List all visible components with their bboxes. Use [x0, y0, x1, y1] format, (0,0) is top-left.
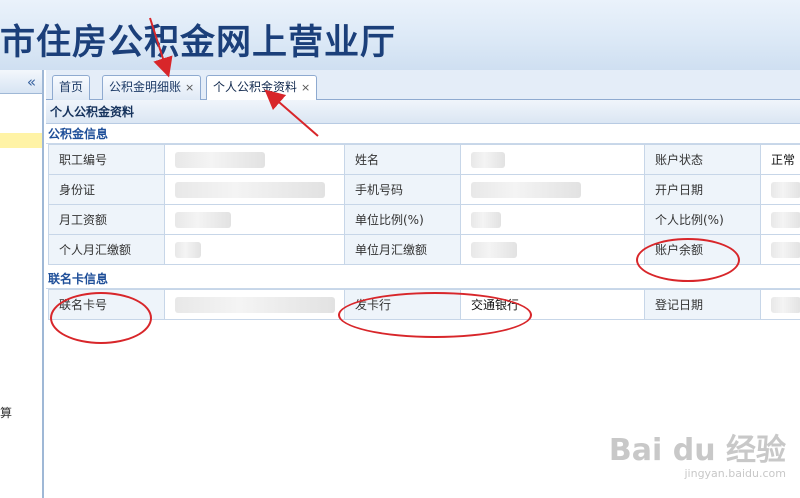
annotation-arrow	[149, 17, 173, 78]
watermark-logo: Bai du 经验	[608, 433, 786, 468]
watermark: Bai du 经验 jingyan.baidu.com	[609, 425, 786, 480]
annotation-arrow	[264, 89, 319, 137]
annotation-overlay	[149, 17, 319, 137]
page: 市住房公积金网上营业厅 « 算 首页 公积金明细账 × 个人公积金资料 × 个人公积…	[0, 0, 800, 498]
